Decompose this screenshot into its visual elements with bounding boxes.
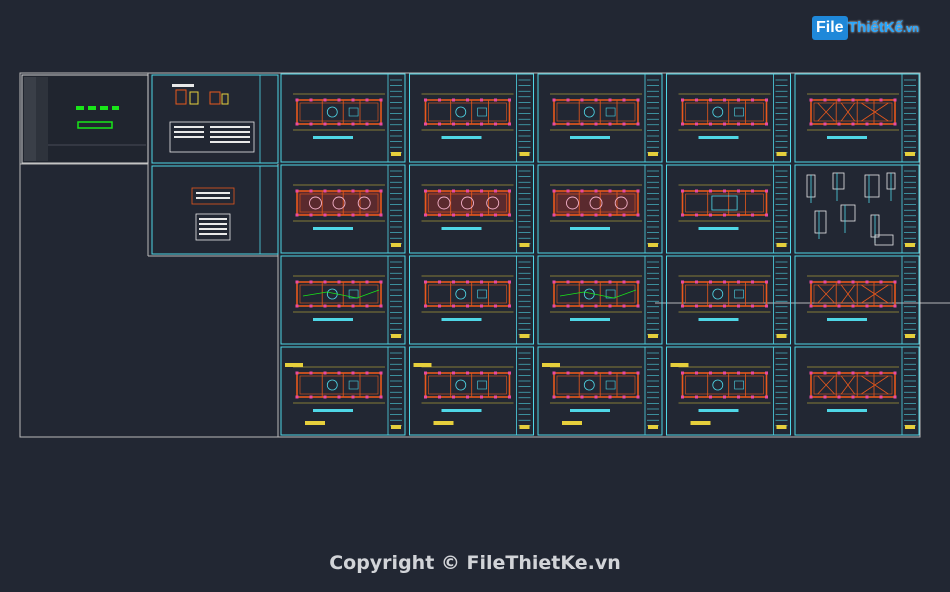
drawing-sheet[interactable] [666, 255, 791, 345]
sheet-caption-bar [441, 136, 482, 139]
title-block [516, 346, 534, 436]
title-block [387, 73, 406, 163]
sheet-caption-bar [698, 136, 739, 139]
drawing-sheet[interactable] [666, 164, 791, 254]
sheet-caption-bar [441, 227, 482, 230]
sheet-caption-bar [441, 409, 482, 412]
floor-plan [550, 184, 642, 222]
title-block [901, 164, 920, 254]
title-block [387, 346, 406, 436]
floor-plan [293, 184, 385, 222]
floor-plan [550, 366, 642, 404]
sheet-caption-bar [313, 409, 353, 412]
drawing-sheet[interactable] [409, 346, 534, 436]
title-block [387, 164, 406, 254]
floor-plan [293, 93, 385, 131]
floor-plan [421, 93, 514, 131]
title-block [516, 255, 534, 345]
floor-plan [678, 275, 771, 313]
title-block [644, 73, 663, 163]
drawing-sheet[interactable] [537, 164, 663, 254]
detail-drawings [806, 172, 896, 246]
drawing-sheets-grid[interactable] [280, 73, 920, 436]
floor-plan [293, 366, 385, 404]
drawing-sheet[interactable] [794, 73, 920, 163]
title-block [644, 164, 663, 254]
title-block [644, 346, 663, 436]
sheet-caption-bar [313, 227, 353, 230]
floor-plan [678, 93, 771, 131]
drawing-sheet[interactable] [537, 73, 663, 163]
floor-plan [293, 275, 385, 313]
sheet-caption-bar [570, 318, 610, 321]
sheet-caption-bar [570, 409, 610, 412]
floor-plan [678, 184, 771, 222]
title-block [901, 255, 920, 345]
floor-plan [421, 275, 514, 313]
drawing-sheet[interactable] [537, 346, 663, 436]
drawing-sheet[interactable] [409, 73, 534, 163]
drawing-sheet[interactable] [280, 255, 406, 345]
sheet-caption-bar [313, 318, 353, 321]
copyright-watermark: Copyright © FileThietKe.vn [329, 552, 621, 574]
model-space-border [19, 72, 921, 438]
sheet-caption-bar [441, 318, 482, 321]
drawing-sheet[interactable] [280, 346, 406, 436]
drawing-sheet[interactable] [537, 255, 663, 345]
title-block [387, 255, 406, 345]
legend-label-box [690, 421, 711, 425]
sheet-caption-bar [698, 409, 739, 412]
sheet-frame [794, 164, 920, 254]
title-block [516, 164, 534, 254]
sheet-caption-bar [313, 136, 353, 139]
legend-label-box [285, 363, 303, 367]
sheet-caption-bar [698, 318, 739, 321]
floor-plan [421, 366, 514, 404]
floor-plan [807, 93, 899, 131]
sheet-caption-bar [827, 409, 867, 412]
drawing-sheet[interactable] [666, 346, 791, 436]
legend-sheet[interactable] [151, 165, 279, 255]
floor-plan [421, 184, 514, 222]
floor-plan [550, 275, 642, 313]
title-block [773, 346, 791, 436]
legend-label-box [433, 421, 454, 425]
title-block [901, 346, 920, 436]
sheet-caption-bar [698, 227, 739, 230]
title-block [773, 73, 791, 163]
cad-sheet-layout[interactable] [0, 0, 950, 592]
title-block [516, 73, 534, 163]
legend-label-box [562, 421, 582, 425]
drawing-sheet[interactable] [409, 164, 534, 254]
title-block [773, 164, 791, 254]
floor-plan [807, 366, 899, 404]
legend-label-box [413, 363, 432, 367]
title-block [901, 73, 920, 163]
legend-label-box [305, 421, 325, 425]
floor-plan [550, 93, 642, 131]
floor-plan [678, 366, 771, 404]
drawing-sheet[interactable] [794, 164, 920, 254]
sheet-caption-bar [570, 227, 610, 230]
drawing-sheet[interactable] [280, 164, 406, 254]
sheet-caption-bar [827, 318, 867, 321]
notes-sheet[interactable] [151, 74, 279, 164]
drawing-sheet[interactable] [280, 73, 406, 163]
drawing-sheet[interactable] [666, 73, 791, 163]
title-block [644, 255, 663, 345]
title-block [773, 255, 791, 345]
legend-label-box [670, 363, 689, 367]
legend-label-box [542, 363, 560, 367]
cover-sheet[interactable] [21, 74, 149, 164]
sheet-caption-bar [570, 136, 610, 139]
drawing-sheet[interactable] [409, 255, 534, 345]
drawing-sheet[interactable] [794, 255, 920, 345]
sheet-caption-bar [827, 136, 867, 139]
floor-plan [807, 275, 899, 313]
drawing-sheet[interactable] [794, 346, 920, 436]
